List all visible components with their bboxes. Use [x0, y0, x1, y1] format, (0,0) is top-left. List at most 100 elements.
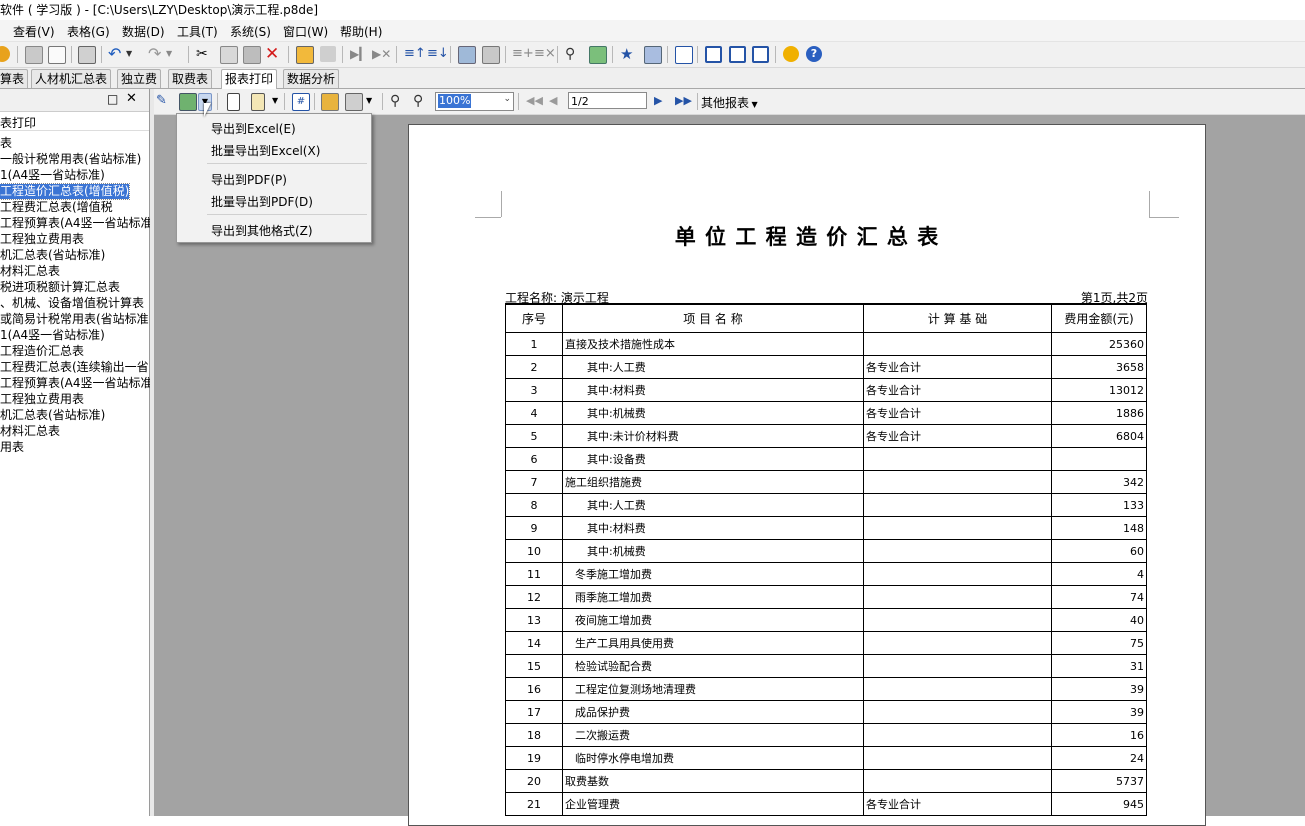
cell-item-name: 二次搬运费 — [562, 723, 864, 747]
tree-item[interactable]: 材料汇总表 — [0, 424, 60, 439]
batch-export-excel-item[interactable]: 批量导出到Excel(X) — [211, 142, 320, 159]
export-other-format-item[interactable]: 导出到其他格式(Z) — [211, 222, 313, 239]
menu-data[interactable]: 数据(D) — [122, 23, 165, 40]
tile-vertical-icon[interactable] — [752, 46, 769, 63]
export-excel-item[interactable]: 导出到Excel(E) — [211, 120, 296, 137]
report-icon[interactable] — [296, 46, 314, 64]
qq-icon[interactable] — [783, 46, 799, 62]
tree-item[interactable]: 工程独立费用表 — [0, 232, 84, 247]
chevron-down-icon[interactable]: ▼ — [166, 46, 176, 62]
find-icon[interactable]: ⚲ — [565, 46, 581, 62]
menu-view[interactable]: 查看(V) — [13, 23, 55, 40]
tree-item[interactable]: 工程预算表(A4竖一省站标准 — [0, 376, 153, 391]
chevron-down-icon[interactable]: ▼ — [366, 93, 376, 109]
export-pdf-item[interactable]: 导出到PDF(P) — [211, 171, 287, 188]
save-icon[interactable] — [25, 46, 43, 64]
zoom-out-icon[interactable]: ⚲ — [413, 93, 429, 109]
page-icon[interactable] — [251, 93, 265, 111]
tree-item[interactable]: 1(A4竖一省站标准) — [0, 328, 105, 343]
toolbar-separator — [505, 46, 506, 63]
menu-help[interactable]: 帮助(H) — [340, 23, 382, 40]
tree-item[interactable]: 材料汇总表 — [0, 264, 60, 279]
tree-item-selected[interactable]: 工程造价汇总表(增值税) — [0, 183, 131, 200]
cut-icon[interactable]: ✂ — [196, 46, 212, 62]
print-icon[interactable] — [345, 93, 363, 111]
menu-window[interactable]: 窗口(W) — [283, 23, 328, 40]
other-reports-button[interactable]: 其他报表 ▼ — [701, 94, 758, 111]
check-window-icon[interactable] — [675, 46, 693, 64]
table-row: 12 雨季施工增加费 74 — [505, 585, 1147, 609]
tile-horizontal-icon[interactable] — [729, 46, 746, 63]
table-row: 8 其中:人工费 133 — [505, 493, 1147, 517]
page-number-input[interactable]: 1/2 — [568, 92, 647, 109]
cell-calc-basis — [863, 700, 1052, 724]
tree-item[interactable]: 工程费汇总表(连续输出一省 — [0, 360, 149, 375]
redo-icon[interactable]: ↷ — [148, 46, 164, 62]
tab-fee-table[interactable]: 取费表 — [168, 69, 213, 88]
calculator-icon[interactable] — [644, 46, 662, 64]
paste-icon[interactable] — [243, 46, 261, 64]
chevron-down-icon[interactable]: ▼ — [126, 46, 136, 62]
edit-doc-icon[interactable] — [48, 46, 66, 64]
zoom-select[interactable]: 100% ⌄ — [435, 92, 514, 111]
tree-item[interactable]: 税进项税额计算汇总表 — [0, 280, 120, 295]
prev-page-icon[interactable]: ◀ — [549, 93, 565, 109]
undo-icon[interactable]: ↶ — [108, 46, 124, 62]
insert-row-icon[interactable]: ≡+ — [512, 46, 534, 62]
grid-icon[interactable] — [458, 46, 476, 64]
tab-calc-table[interactable]: 算表 — [0, 69, 29, 88]
tree-item[interactable]: 机汇总表(省站标准) — [0, 408, 105, 423]
design-icon[interactable]: ✎ — [156, 93, 172, 109]
page-number-icon[interactable]: # — [292, 93, 310, 111]
tree-item[interactable]: 工程费汇总表(增值税 — [0, 200, 113, 215]
tree-item[interactable]: 、机械、设备增值税计算表 — [0, 296, 144, 311]
menu-system[interactable]: 系统(S) — [230, 23, 271, 40]
menu-tools[interactable]: 工具(T) — [177, 23, 218, 40]
restore-icon[interactable]: □ — [107, 92, 118, 106]
tree-item[interactable]: 机汇总表(省站标准) — [0, 248, 105, 263]
step-icon[interactable]: ▶▎ — [350, 46, 368, 62]
cell-seq: 4 — [505, 401, 563, 425]
close-icon[interactable]: ✕ — [126, 91, 137, 106]
delete-row-icon[interactable]: ≡× — [534, 46, 556, 62]
step-close-icon[interactable]: ▶✕ — [372, 46, 391, 62]
next-page-icon[interactable]: ▶ — [654, 93, 670, 109]
print-icon[interactable] — [78, 46, 96, 64]
page-setup-icon[interactable] — [227, 93, 240, 111]
home-icon[interactable] — [0, 46, 10, 62]
tree-item[interactable]: 工程预算表(A4竖一省站标准 — [0, 216, 153, 231]
first-page-icon[interactable]: ◀◀ — [526, 93, 543, 109]
indent-down-icon[interactable]: ≡↓ — [427, 46, 449, 62]
star-icon[interactable]: ★ — [620, 46, 636, 62]
copy-icon[interactable] — [220, 46, 238, 64]
tree-item[interactable]: 工程独立费用表 — [0, 392, 84, 407]
refresh-icon[interactable] — [589, 46, 607, 64]
chevron-down-icon[interactable]: ▼ — [272, 93, 282, 109]
tree-item[interactable]: 一般计税常用表(省站标准) — [0, 152, 141, 167]
indent-up-icon[interactable]: ≡↑ — [404, 46, 426, 62]
cell-amount: 148 — [1051, 516, 1147, 540]
tree-item[interactable]: 表 — [0, 136, 12, 151]
tab-data-analysis[interactable]: 数据分析 — [283, 69, 340, 88]
tree-item[interactable]: 1(A4竖一省站标准) — [0, 168, 105, 183]
tree-item[interactable]: 或简易计税常用表(省站标准 — [0, 312, 149, 327]
chevron-down-icon: ▼ — [749, 100, 758, 109]
batch-print-icon[interactable] — [321, 93, 339, 111]
cell-item-name: 冬季施工增加费 — [562, 562, 864, 586]
report-lock-icon[interactable] — [320, 46, 336, 62]
tab-labor-material-summary[interactable]: 人材机汇总表 — [31, 69, 112, 88]
tree-item[interactable]: 用表 — [0, 440, 24, 455]
tab-independent-fee[interactable]: 独立费 — [117, 69, 162, 88]
grid-settings-icon[interactable] — [482, 46, 500, 64]
export-excel-icon[interactable] — [179, 93, 197, 111]
delete-icon[interactable]: ✕ — [265, 46, 281, 63]
batch-export-pdf-item[interactable]: 批量导出到PDF(D) — [211, 193, 313, 210]
cell-item-name: 其中:材料费 — [562, 516, 864, 540]
menu-table[interactable]: 表格(G) — [67, 23, 110, 40]
help-icon[interactable]: ? — [806, 46, 822, 62]
tree-item[interactable]: 工程造价汇总表 — [0, 344, 84, 359]
last-page-icon[interactable]: ▶▶ — [675, 93, 692, 109]
tab-report-print[interactable]: 报表打印 — [221, 69, 278, 89]
zoom-in-icon[interactable]: ⚲ — [390, 93, 406, 109]
cascade-window-icon[interactable] — [705, 46, 722, 63]
